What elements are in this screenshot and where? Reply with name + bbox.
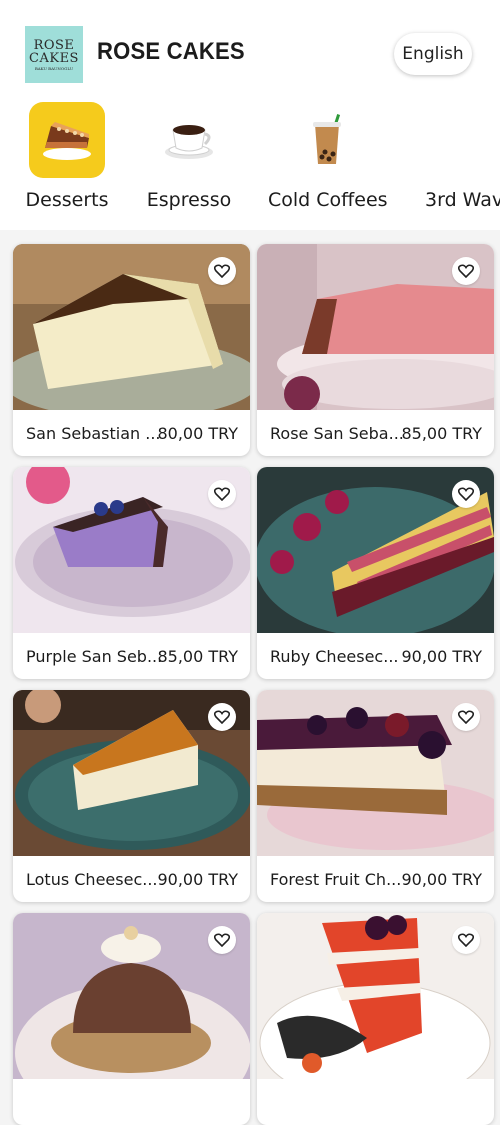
favorite-heart-icon[interactable] bbox=[208, 926, 236, 954]
category-3rd-wave[interactable]: 3rd Wave bbox=[425, 102, 500, 211]
logo-text: ROSE bbox=[33, 37, 75, 53]
category-label: Espresso bbox=[146, 189, 232, 211]
category-label: Desserts bbox=[25, 189, 109, 211]
coffee-icon bbox=[425, 102, 500, 178]
favorite-heart-icon[interactable] bbox=[452, 480, 480, 508]
favorite-heart-icon[interactable] bbox=[208, 480, 236, 508]
espresso-cup-icon bbox=[151, 102, 227, 178]
category-desserts[interactable]: Desserts bbox=[25, 102, 109, 211]
product-price: 90,00 TRY bbox=[401, 647, 482, 666]
product-card[interactable]: Forest Fruit Ch... 90,00 TRY bbox=[257, 690, 494, 902]
favorite-heart-icon[interactable] bbox=[452, 257, 480, 285]
category-label: 3rd Wave bbox=[425, 189, 500, 211]
product-price: 85,00 TRY bbox=[157, 647, 238, 666]
app-header: ROSE CAKES BAKU BAUNOGLU ROSE CAKES Engl… bbox=[0, 0, 500, 230]
product-info: Purple San Seb... 85,00 TRY bbox=[13, 633, 250, 679]
product-price: 90,00 TRY bbox=[401, 870, 482, 889]
product-card[interactable] bbox=[13, 913, 250, 1125]
product-card[interactable]: San Sebastian ... 80,00 TRY bbox=[13, 244, 250, 456]
product-info: Lotus Cheesec... 90,00 TRY bbox=[13, 856, 250, 902]
brand-logo: ROSE CAKES BAKU BAUNOGLU bbox=[25, 26, 83, 83]
cake-slice-icon bbox=[29, 102, 105, 178]
product-name: Purple San Seb... bbox=[26, 647, 163, 666]
brand-name: ROSE CAKES bbox=[97, 38, 245, 65]
logo-text: CAKES bbox=[29, 50, 79, 66]
product-info: San Sebastian ... 80,00 TRY bbox=[13, 410, 250, 456]
product-card[interactable] bbox=[257, 913, 494, 1125]
product-info: Ruby Cheesec... 90,00 TRY bbox=[257, 633, 494, 679]
product-card[interactable]: Purple San Seb... 85,00 TRY bbox=[13, 467, 250, 679]
product-price: 90,00 TRY bbox=[157, 870, 238, 889]
product-info: Rose San Seba... 85,00 TRY bbox=[257, 410, 494, 456]
product-name: Forest Fruit Ch... bbox=[270, 870, 402, 889]
favorite-heart-icon[interactable] bbox=[208, 257, 236, 285]
product-name: San Sebastian ... bbox=[26, 424, 161, 443]
product-card[interactable]: Ruby Cheesec... 90,00 TRY bbox=[257, 467, 494, 679]
favorite-heart-icon[interactable] bbox=[452, 926, 480, 954]
product-info: Forest Fruit Ch... 90,00 TRY bbox=[257, 856, 494, 902]
logo-subtext: BAKU BAUNOGLU bbox=[34, 65, 74, 71]
product-card[interactable]: Lotus Cheesec... 90,00 TRY bbox=[13, 690, 250, 902]
category-bar: Desserts Espresso Cold Coffees 3rd Wav bbox=[0, 102, 500, 222]
product-name: Lotus Cheesec... bbox=[26, 870, 158, 889]
favorite-heart-icon[interactable] bbox=[452, 703, 480, 731]
favorite-heart-icon[interactable] bbox=[208, 703, 236, 731]
iced-drink-icon bbox=[289, 102, 365, 178]
product-card[interactable]: Rose San Seba... 85,00 TRY bbox=[257, 244, 494, 456]
product-name: Rose San Seba... bbox=[270, 424, 404, 443]
product-price: 80,00 TRY bbox=[157, 424, 238, 443]
category-espresso[interactable]: Espresso bbox=[146, 102, 232, 211]
product-name: Ruby Cheesec... bbox=[270, 647, 399, 666]
category-label: Cold Coffees bbox=[268, 189, 388, 211]
product-price: 85,00 TRY bbox=[401, 424, 482, 443]
category-cold-coffees[interactable]: Cold Coffees bbox=[268, 102, 388, 211]
language-button[interactable]: English bbox=[394, 33, 472, 75]
